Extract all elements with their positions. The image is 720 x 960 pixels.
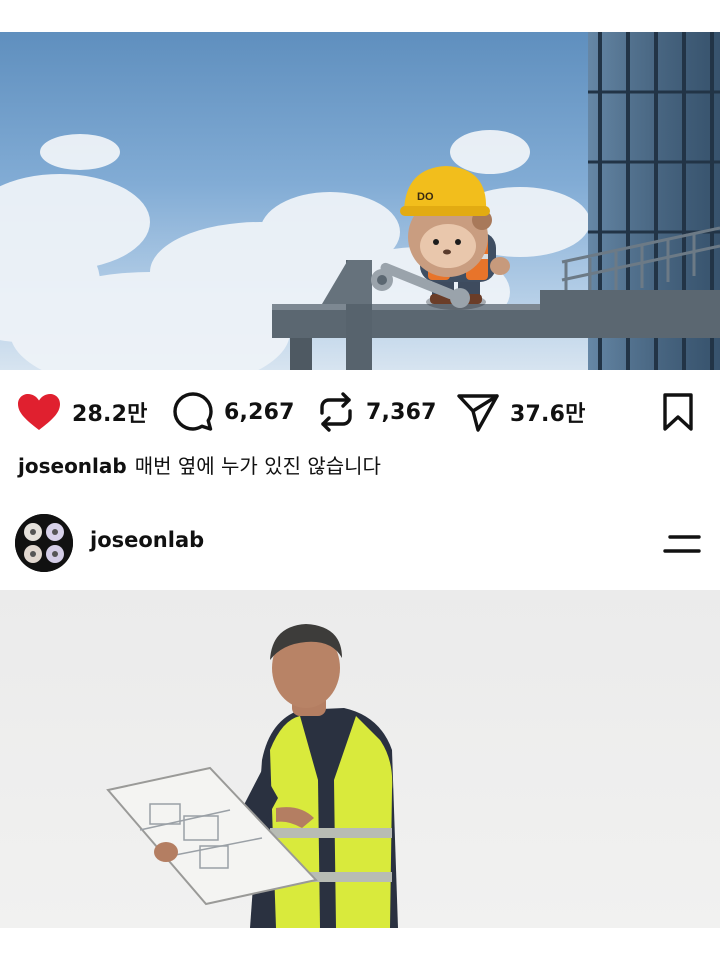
avatar[interactable] (15, 514, 73, 572)
post-image[interactable]: DO (0, 32, 720, 370)
post-username[interactable]: joseonlab (90, 528, 204, 552)
like-action: 28.2만 (16, 384, 148, 440)
post-image-2[interactable] (0, 590, 720, 928)
caption-text: 매번 옆에 누가 있진 않습니다 (134, 454, 381, 478)
helmet-logo: DO (417, 191, 434, 203)
repost-count: 7,367 (366, 399, 437, 425)
repost-action: 7,367 (316, 384, 437, 440)
post-caption: joseonlab 매번 옆에 누가 있진 않습니다 (18, 452, 381, 480)
bookmark-action (660, 384, 696, 440)
repost-icon[interactable] (316, 391, 356, 433)
comment-count: 6,267 (224, 399, 295, 425)
bookmark-icon[interactable] (660, 392, 696, 432)
share-action: 37.6만 (456, 384, 586, 440)
menu-icon[interactable] (662, 530, 702, 558)
caption-username[interactable]: joseonlab (18, 454, 127, 478)
send-icon[interactable] (456, 391, 500, 433)
comment-bubble-icon[interactable] (172, 391, 214, 433)
heart-icon[interactable] (16, 392, 62, 432)
share-count: 37.6만 (510, 402, 586, 427)
post-header: joseonlab (0, 512, 720, 574)
like-count: 28.2만 (72, 402, 148, 427)
action-bar: 28.2만 6,267 7,367 37.6만 (0, 384, 720, 440)
comment-action: 6,267 (172, 384, 295, 440)
